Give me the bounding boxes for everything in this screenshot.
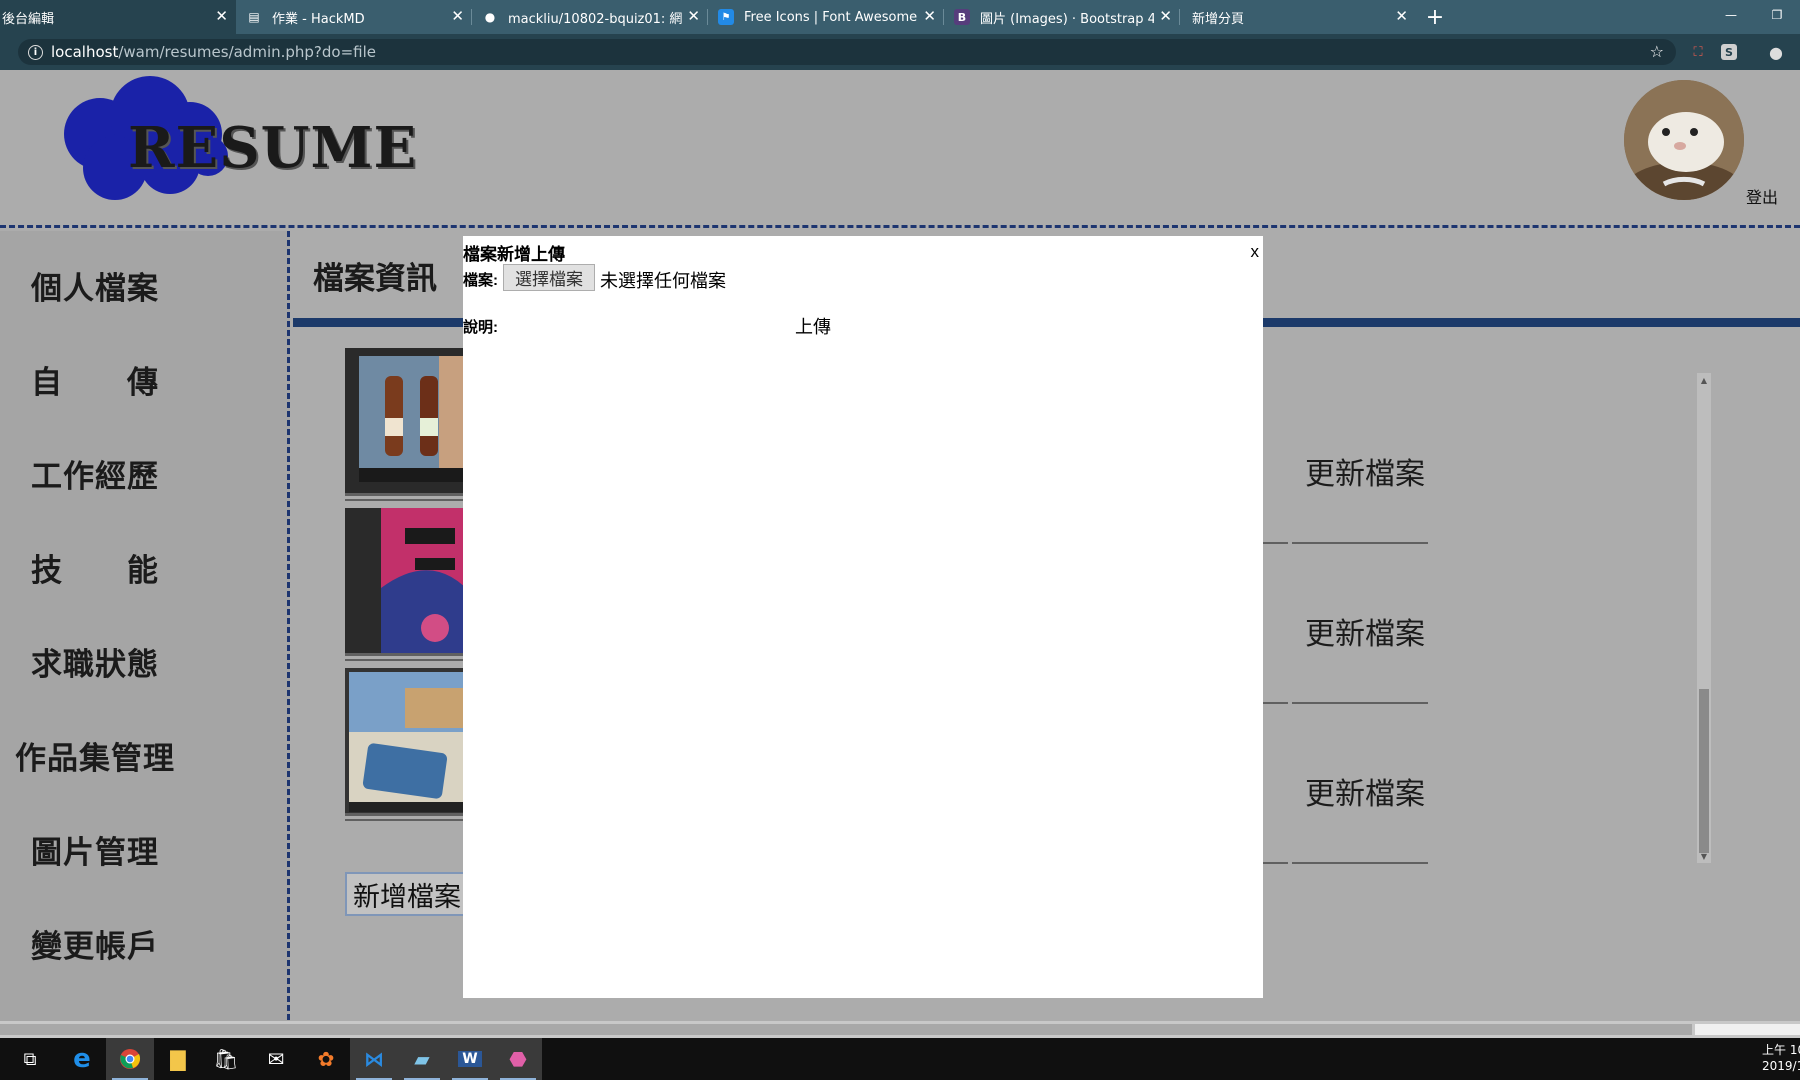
page: RESUME 登出 個人檔案 自 傳 工作經歷 技 能 求職狀態 作品集管理 圖… [0, 70, 1800, 1038]
logout-link[interactable]: 登出 [1746, 184, 1778, 208]
scrollbar-track[interactable] [1695, 1024, 1800, 1035]
tab-github[interactable]: ● mackliu/10802-bquiz01: 網頁乙 ✕ [472, 0, 708, 34]
minimize-button[interactable]: — [1708, 0, 1754, 30]
row-divider [1292, 542, 1428, 544]
new-tab-button[interactable]: + [1420, 0, 1450, 34]
avatar [1624, 80, 1744, 200]
url-text: localhost/wam/resumes/admin.php?do=file [51, 43, 376, 61]
tab-label: mackliu/10802-bquiz01: 網頁乙 [508, 11, 682, 27]
tab-close-icon[interactable]: ✕ [1395, 7, 1408, 25]
address-bar[interactable]: i localhost/wam/resumes/admin.php?do=fil… [18, 39, 1676, 65]
sidebar-item-job-status[interactable]: 求職狀態 [0, 639, 190, 684]
address-bar-row: i localhost/wam/resumes/admin.php?do=fil… [0, 34, 1800, 70]
mail-icon[interactable]: ✉ [252, 1038, 300, 1080]
edge-icon[interactable]: e [58, 1038, 106, 1080]
clock-time: 上午 10 [1762, 1043, 1800, 1057]
close-button[interactable]: x [1251, 242, 1260, 262]
sidebar-item-autobiography[interactable]: 自 傳 [0, 357, 190, 402]
sidebar-item-profile[interactable]: 個人檔案 [0, 263, 190, 308]
bootstrap-icon: B [954, 9, 970, 25]
scroll-down-icon[interactable]: ▼ [1697, 849, 1711, 863]
horizontal-scrollbar[interactable] [0, 1021, 1800, 1038]
sidebar: 個人檔案 自 傳 工作經歷 技 能 求職狀態 作品集管理 圖片管理 變更帳戶 [0, 231, 290, 1038]
sidebar-item-images[interactable]: 圖片管理 [0, 827, 190, 872]
description-label: 說明: [463, 319, 498, 336]
update-file-button[interactable]: 更新檔案 [1305, 609, 1425, 653]
tab-label: 作業 - HackMD [272, 11, 365, 27]
taskbar: ⧉ e ▇ 🛍 ✉ ✿ ⋈ ▰ W ⬣ 上午 10 2019/1 [0, 1038, 1800, 1080]
store-icon[interactable]: 🛍 [202, 1038, 250, 1080]
url-host: localhost [51, 43, 119, 61]
github-icon: ● [484, 10, 496, 24]
notepad-icon[interactable]: ▰ [398, 1038, 446, 1080]
scroll-up-icon[interactable]: ▲ [1697, 373, 1711, 387]
modal-title: 檔案新增上傳 [463, 245, 565, 264]
upload-button[interactable]: 上傳 [795, 313, 831, 339]
vscode-icon[interactable]: ⋈ [350, 1038, 398, 1080]
xampp-icon[interactable]: ✿ [302, 1038, 350, 1080]
sidebar-item-account[interactable]: 變更帳戶 [0, 921, 190, 966]
tab-hackmd[interactable]: ▤ 作業 - HackMD ✕ [236, 0, 472, 34]
row-divider [1292, 862, 1428, 864]
tab-bootstrap[interactable]: B 圖片 (Images) · Bootstrap 4 繁體 ✕ [944, 0, 1180, 34]
browser-tab-bar: 後台編輯 ✕ ▤ 作業 - HackMD ✕ ● mackliu/10802-b… [0, 0, 1800, 34]
tab-new-page[interactable]: 新增分頁 ✕ [1180, 0, 1416, 34]
tab-label: 圖片 (Images) · Bootstrap 4 繁體 [980, 11, 1154, 27]
flag-icon: ⚑ [718, 9, 734, 25]
site-header: RESUME 登出 [0, 70, 1800, 228]
file-status: 未選擇任何檔案 [600, 271, 726, 291]
restore-button[interactable]: ❐ [1754, 0, 1800, 30]
chrome-icon[interactable] [106, 1038, 154, 1080]
tab-close-icon[interactable]: ✕ [215, 7, 228, 25]
system-clock[interactable]: 上午 10 2019/1 [1762, 1042, 1800, 1074]
scrollbar-thumb[interactable] [0, 1024, 1692, 1035]
file-label: 檔案: [463, 272, 498, 289]
row-divider [1292, 702, 1428, 704]
site-logo[interactable]: RESUME [128, 115, 417, 181]
clock-date: 2019/1 [1762, 1059, 1800, 1073]
task-view-icon[interactable]: ⧉ [6, 1038, 54, 1080]
tab-close-icon[interactable]: ✕ [1159, 7, 1172, 25]
folder-icon[interactable]: ▇ [154, 1038, 202, 1080]
sidebar-item-skills[interactable]: 技 能 [0, 545, 190, 590]
update-file-button[interactable]: 更新檔案 [1305, 449, 1425, 493]
vertical-scrollbar[interactable]: ▲ ▼ [1697, 373, 1711, 863]
info-icon[interactable]: i [28, 44, 43, 60]
window-controls: — ❐ [1708, 0, 1800, 30]
bookmark-star-icon[interactable]: ☆ [1650, 42, 1664, 61]
profile-icon[interactable]: ● [1766, 42, 1786, 62]
tab-close-icon[interactable]: ✕ [687, 7, 700, 25]
tab-close-icon[interactable]: ✕ [451, 7, 464, 25]
tab-admin[interactable]: 後台編輯 ✕ [0, 0, 236, 34]
s-extension-icon[interactable]: S [1721, 44, 1737, 60]
choose-file-button[interactable]: 選擇檔案 [503, 264, 595, 291]
page-title: 檔案資訊 [313, 261, 437, 297]
tab-font-awesome[interactable]: ⚑ Free Icons | Font Awesome ✕ [708, 0, 944, 34]
sidebar-item-work-experience[interactable]: 工作經歷 [0, 451, 190, 496]
sidebar-item-portfolio[interactable]: 作品集管理 [0, 733, 190, 778]
word-icon[interactable]: W [446, 1038, 494, 1080]
scrollbar-thumb[interactable] [1699, 689, 1709, 853]
description-input[interactable] [501, 310, 751, 338]
tab-close-icon[interactable]: ✕ [923, 7, 936, 25]
tab-label: 後台編輯 [2, 11, 55, 27]
upload-modal: 檔案新增上傳 x 檔案: 選擇檔案 未選擇任何檔案 說明: 上傳 [463, 236, 1263, 998]
url-path: /wam/resumes/admin.php?do=file [118, 43, 377, 61]
tab-label: 新增分頁 [1192, 11, 1245, 27]
paint3d-icon[interactable]: ⬣ [494, 1038, 542, 1080]
document-icon: ▤ [248, 10, 260, 24]
pdf-extension-icon[interactable]: ⛶ [1688, 42, 1708, 62]
update-file-button[interactable]: 更新檔案 [1305, 769, 1425, 813]
tab-label: Free Icons | Font Awesome [744, 9, 918, 25]
